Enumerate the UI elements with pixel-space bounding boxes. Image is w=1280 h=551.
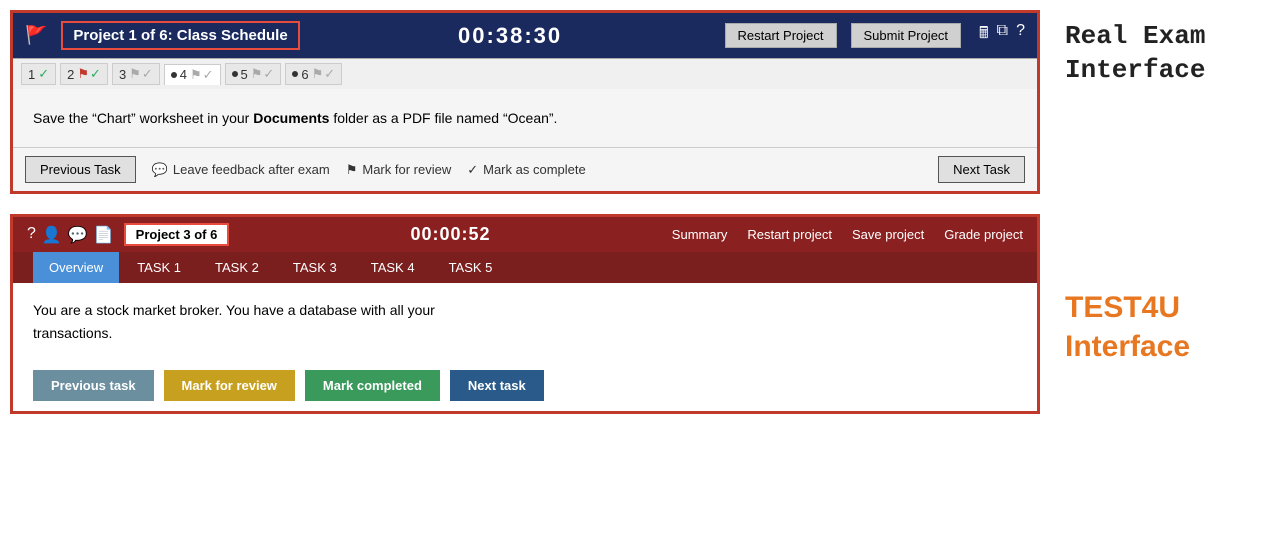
exam-tab-2[interactable]: 2 ⚑ ✓ <box>60 63 108 85</box>
test4u-project-badge: Project 3 of 6 <box>124 223 230 246</box>
test4u-tab-overview[interactable]: Overview <box>33 252 119 283</box>
test4u-task-tabs: Overview TASK 1 TASK 2 TASK 3 TASK 4 TAS… <box>13 252 1037 283</box>
test4u-label: TEST4UInterface <box>1065 288 1265 366</box>
flag-icon: 🚩 <box>25 25 47 46</box>
tab-4-flag-icon: ⚑ <box>190 67 202 83</box>
test4u-content-line1: You are a stock market broker. You have … <box>33 299 1017 321</box>
test4u-task-content: You are a stock market broker. You have … <box>13 283 1037 360</box>
tab-6-label: 6 <box>301 67 308 82</box>
chat-icon[interactable]: 💬 <box>68 225 88 245</box>
document-icon[interactable]: 📄 <box>94 225 114 245</box>
test4u-previous-button[interactable]: Previous task <box>33 370 154 401</box>
check-complete-icon: ✓ <box>467 162 478 178</box>
tab-6-check-icon: ✓ <box>324 66 335 82</box>
test4u-tab-task5[interactable]: TASK 5 <box>433 252 509 283</box>
right-labels-area: Real ExamInterface TEST4UInterface <box>1050 0 1280 551</box>
tab-6-dot <box>292 71 298 77</box>
tab-3-label: 3 <box>119 67 126 82</box>
header-icons: 🖩 ⧉ ? <box>979 22 1025 49</box>
flag-review-icon: ⚑ <box>346 162 358 178</box>
calculator-icon[interactable]: 🖩 <box>979 22 989 49</box>
tab-2-label: 2 <box>67 67 74 82</box>
tab-3-check-icon: ✓ <box>142 66 153 82</box>
exam-timer: 00:38:30 <box>310 23 711 49</box>
leave-feedback-action[interactable]: 💬 Leave feedback after exam <box>152 162 330 178</box>
exam-title: Project 1 of 6: Class Schedule <box>61 21 299 50</box>
test4u-tab-task3[interactable]: TASK 3 <box>277 252 353 283</box>
window-icon[interactable]: ⧉ <box>997 22 1008 49</box>
restart-project-link[interactable]: Restart project <box>747 227 832 242</box>
grade-project-link[interactable]: Grade project <box>944 227 1023 242</box>
test4u-tab-task4[interactable]: TASK 4 <box>355 252 431 283</box>
feedback-icon: 💬 <box>152 162 168 178</box>
next-task-button[interactable]: Next Task <box>938 156 1025 183</box>
test4u-tab-task1[interactable]: TASK 1 <box>121 252 197 283</box>
exam-header: 🚩 Project 1 of 6: Class Schedule 00:38:3… <box>13 13 1037 58</box>
tab-2-check-icon: ✓ <box>90 66 101 82</box>
tab-3-flag-icon: ⚑ <box>129 66 141 82</box>
person-icon[interactable]: 👤 <box>42 225 62 245</box>
tab-6-flag-icon: ⚑ <box>312 66 324 82</box>
question-icon[interactable]: ? <box>27 225 36 245</box>
test4u-header-links: Summary Restart project Save project Gra… <box>672 227 1023 242</box>
tab-5-check-icon: ✓ <box>263 66 274 82</box>
submit-project-button[interactable]: Submit Project <box>851 23 962 48</box>
real-exam-label: Real ExamInterface <box>1065 20 1265 88</box>
test4u-content-line2: transactions. <box>33 322 1017 344</box>
restart-project-button[interactable]: Restart Project <box>725 23 837 48</box>
save-project-link[interactable]: Save project <box>852 227 924 242</box>
exam-tab-1[interactable]: 1 ✓ <box>21 63 56 85</box>
exam-task-tabs: 1 ✓ 2 ⚑ ✓ 3 ⚑ ✓ <box>13 58 1037 89</box>
exam-tab-4[interactable]: 4 ⚑ ✓ <box>164 64 221 85</box>
test4u-bottom-bar: Previous task Mark for review Mark compl… <box>13 360 1037 411</box>
test4u-next-button[interactable]: Next task <box>450 370 544 401</box>
mark-review-action[interactable]: ⚑ Mark for review <box>346 162 452 178</box>
summary-link[interactable]: Summary <box>672 227 728 242</box>
tab-4-label: 4 <box>180 67 187 82</box>
exam-tab-5[interactable]: 5 ⚑ ✓ <box>225 63 282 85</box>
test4u-complete-button[interactable]: Mark completed <box>305 370 440 401</box>
test4u-header-icons: ? 👤 💬 📄 <box>27 225 114 245</box>
test4u-tab-task2[interactable]: TASK 2 <box>199 252 275 283</box>
exam-tab-6[interactable]: 6 ⚑ ✓ <box>285 63 342 85</box>
test4u-header: ? 👤 💬 📄 Project 3 of 6 00:00:52 Summary … <box>13 217 1037 252</box>
tab-5-flag-icon: ⚑ <box>251 66 263 82</box>
previous-task-button[interactable]: Previous Task <box>25 156 136 183</box>
exam-bottom-bar: Previous Task 💬 Leave feedback after exa… <box>13 147 1037 191</box>
tab-2-flag-icon: ⚑ <box>77 66 89 82</box>
mark-complete-action[interactable]: ✓ Mark as complete <box>467 162 586 178</box>
test4u-panel: ? 👤 💬 📄 Project 3 of 6 00:00:52 Summary … <box>10 214 1040 414</box>
tab-4-check-icon: ✓ <box>203 67 214 83</box>
real-exam-panel: 🚩 Project 1 of 6: Class Schedule 00:38:3… <box>10 10 1040 194</box>
test4u-review-button[interactable]: Mark for review <box>164 370 295 401</box>
tab-1-check-icon: ✓ <box>38 66 49 82</box>
test4u-timer: 00:00:52 <box>239 224 661 245</box>
exam-tab-3[interactable]: 3 ⚑ ✓ <box>112 63 160 85</box>
help-icon[interactable]: ? <box>1016 22 1025 49</box>
exam-task-content: Save the “Chart” worksheet in your Docum… <box>13 89 1037 147</box>
tab-1-label: 1 <box>28 67 35 82</box>
tab-4-dot <box>171 72 177 78</box>
tab-5-label: 5 <box>241 67 248 82</box>
tab-5-dot <box>232 71 238 77</box>
task-instruction: Save the “Chart” worksheet in your Docum… <box>33 107 1017 129</box>
